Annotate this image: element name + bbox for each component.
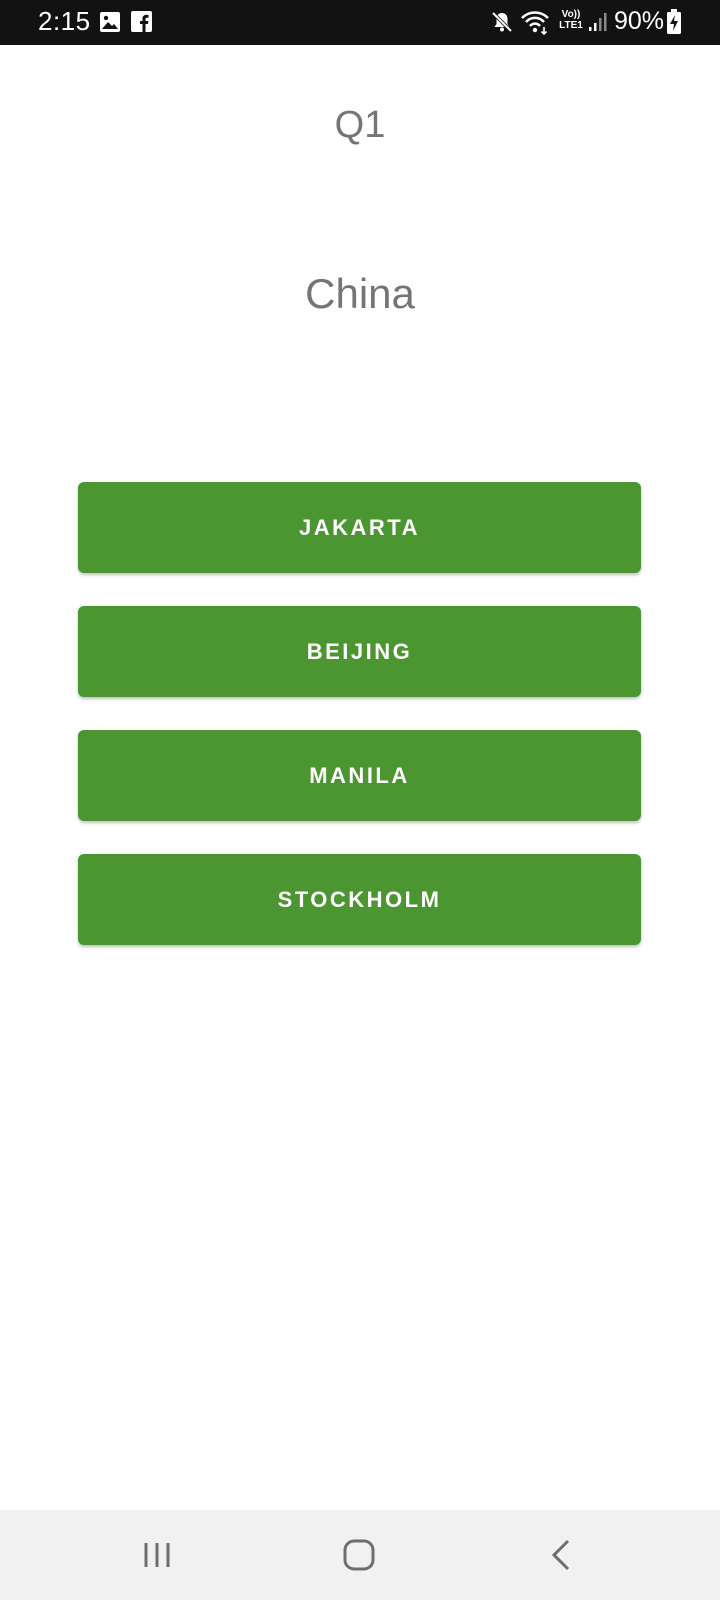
answer-button-beijing[interactable]: BEIJING (78, 606, 641, 697)
recents-icon (144, 1543, 170, 1567)
home-icon (343, 1539, 375, 1571)
lte-label: LTE1 (559, 20, 583, 31)
signal-icon (589, 13, 607, 31)
gallery-icon (100, 12, 120, 32)
back-icon (551, 1539, 570, 1571)
answer-list: JAKARTA BEIJING MANILA STOCKHOLM (78, 482, 641, 978)
answer-button-manila[interactable]: MANILA (78, 730, 641, 821)
country-name: China (305, 270, 415, 317)
battery-percent: 90% (614, 7, 665, 35)
navigation-bar (0, 1510, 720, 1600)
home-button[interactable] (329, 1530, 389, 1580)
recents-button[interactable] (127, 1530, 187, 1580)
mute-icon (491, 11, 513, 33)
battery-charging-icon (667, 9, 681, 34)
status-time: 2:15 (38, 6, 91, 36)
volte-lte-icon: Vo)) LTE1 (556, 9, 586, 31)
volte-label: Vo)) (561, 9, 581, 20)
question-number: Q1 (334, 104, 386, 146)
answer-button-stockholm[interactable]: STOCKHOLM (78, 854, 641, 945)
quiz-screen: 2:15 Vo)) LTE1 90% Q1 China JAKARTA BEIJ… (0, 0, 720, 1600)
back-button[interactable] (531, 1530, 591, 1580)
facebook-icon (131, 11, 152, 32)
wifi-icon (521, 11, 549, 35)
answer-button-jakarta[interactable]: JAKARTA (78, 482, 641, 573)
status-bar: 2:15 Vo)) LTE1 90% (0, 0, 720, 45)
